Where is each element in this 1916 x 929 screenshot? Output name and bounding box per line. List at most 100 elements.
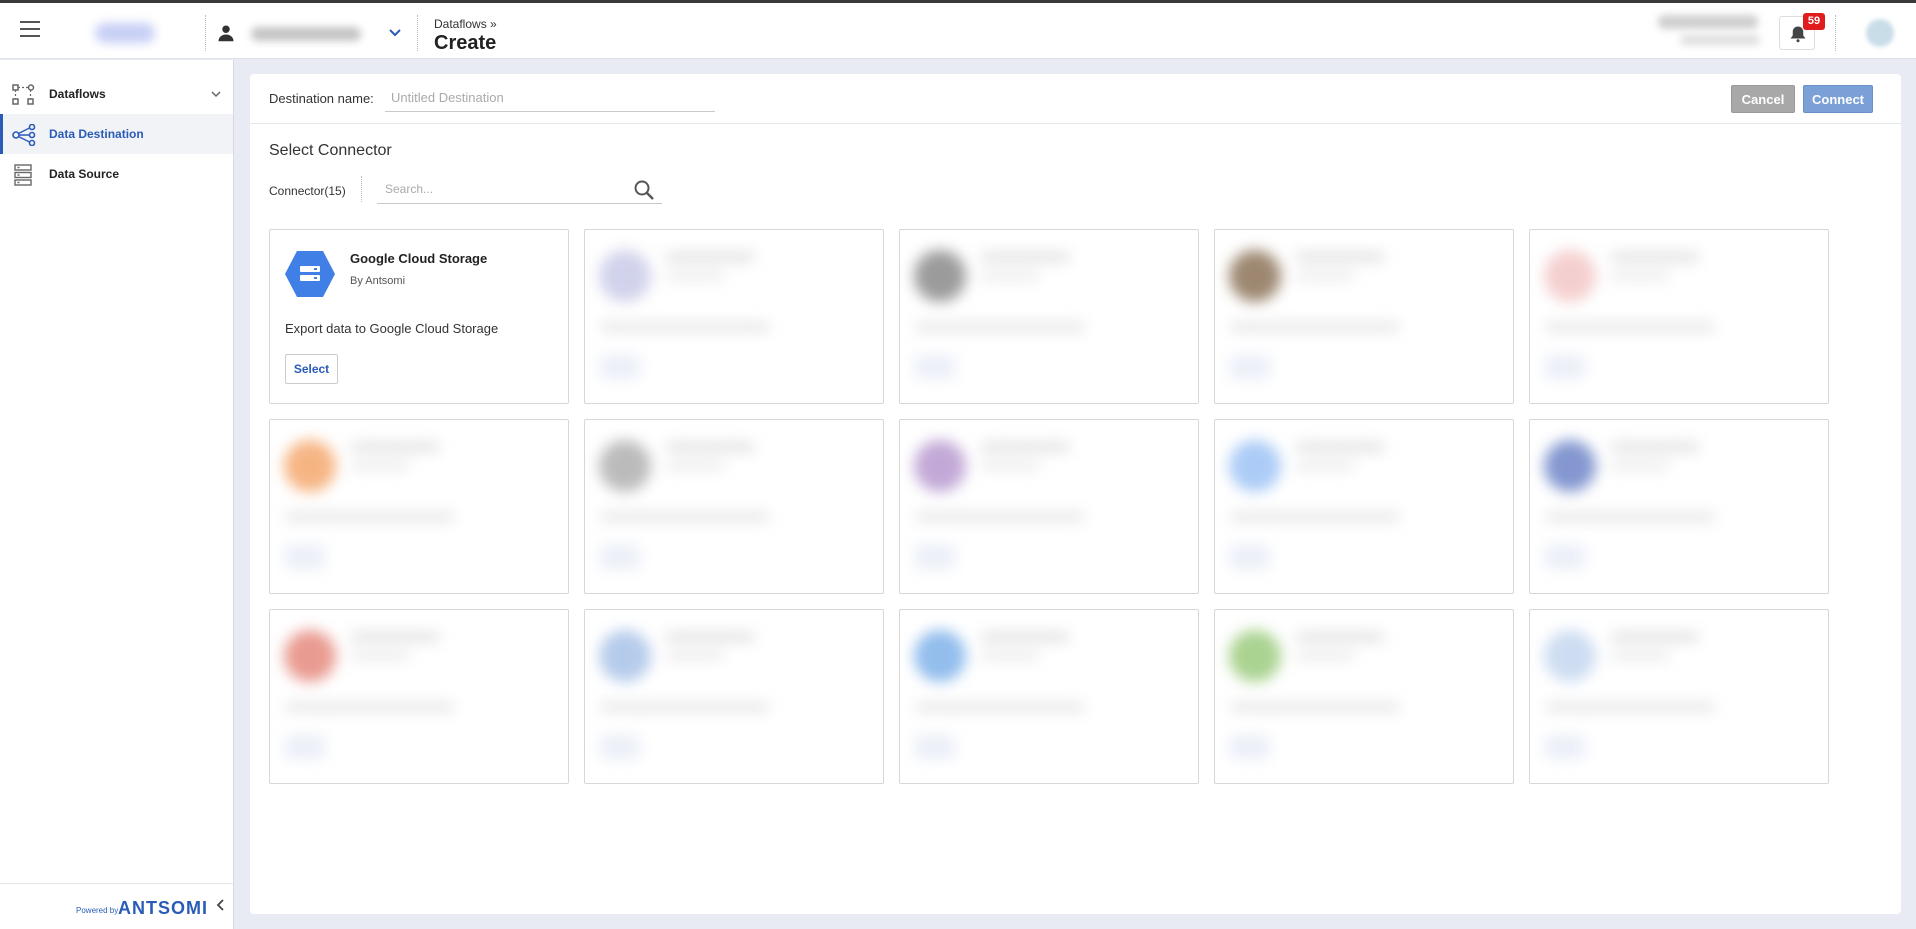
connector-text bbox=[600, 322, 770, 332]
main-panel: Destination name: Cancel Connect Select … bbox=[250, 74, 1901, 914]
breadcrumb[interactable]: Dataflows » bbox=[434, 17, 497, 31]
connector-text bbox=[980, 442, 1070, 452]
user-info-sub bbox=[1680, 35, 1760, 45]
connector-text bbox=[980, 652, 1040, 660]
connector-card[interactable] bbox=[1214, 609, 1514, 784]
connector-icon bbox=[284, 630, 336, 682]
connector-card[interactable] bbox=[584, 229, 884, 404]
select-button[interactable] bbox=[600, 355, 640, 379]
connector-text bbox=[1230, 702, 1400, 712]
connector-icon bbox=[599, 630, 651, 682]
app-logo[interactable] bbox=[95, 23, 155, 43]
connector-icon bbox=[1229, 630, 1281, 682]
connector-card-content bbox=[1215, 230, 1513, 403]
connector-text bbox=[350, 442, 440, 452]
collapse-sidebar-icon[interactable] bbox=[214, 898, 228, 912]
connector-card-content bbox=[900, 610, 1198, 783]
connector-text bbox=[1295, 442, 1385, 452]
connector-card[interactable] bbox=[269, 419, 569, 594]
select-button[interactable] bbox=[915, 545, 955, 569]
sidebar-item-data-destination[interactable]: Data Destination bbox=[0, 114, 233, 154]
connector-text bbox=[915, 512, 1085, 522]
connector-icon bbox=[1544, 630, 1596, 682]
connector-card[interactable] bbox=[1529, 229, 1829, 404]
connector-card[interactable]: Google Cloud Storage By Antsomi Export d… bbox=[269, 229, 569, 404]
search-icon[interactable] bbox=[633, 179, 655, 201]
connector-text bbox=[350, 632, 440, 642]
connector-card[interactable] bbox=[1529, 419, 1829, 594]
connect-button[interactable]: Connect bbox=[1803, 85, 1873, 113]
destination-name-label: Destination name: bbox=[269, 91, 374, 106]
connector-text bbox=[1295, 632, 1385, 642]
select-button[interactable] bbox=[915, 355, 955, 379]
select-button[interactable] bbox=[285, 735, 325, 759]
destination-bar: Destination name: Cancel Connect bbox=[250, 74, 1901, 124]
avatar[interactable] bbox=[1866, 19, 1894, 47]
connector-card-content bbox=[585, 610, 883, 783]
select-button[interactable] bbox=[600, 735, 640, 759]
chevron-down-icon[interactable] bbox=[210, 88, 222, 100]
divider bbox=[417, 15, 418, 51]
connector-card[interactable] bbox=[1529, 609, 1829, 784]
select-button[interactable] bbox=[1545, 355, 1585, 379]
account-selector[interactable] bbox=[215, 19, 405, 47]
connector-description: Export data to Google Cloud Storage bbox=[285, 321, 499, 336]
connector-text bbox=[1230, 322, 1400, 332]
connector-text bbox=[1545, 512, 1715, 522]
connector-card[interactable] bbox=[584, 419, 884, 594]
connector-text bbox=[1295, 252, 1385, 262]
connector-card-content bbox=[270, 420, 568, 593]
select-button[interactable] bbox=[915, 735, 955, 759]
menu-icon[interactable] bbox=[20, 21, 40, 37]
connector-card-content bbox=[900, 420, 1198, 593]
select-button[interactable]: Select bbox=[285, 354, 338, 384]
connector-card[interactable] bbox=[1214, 419, 1514, 594]
connector-card[interactable] bbox=[899, 419, 1199, 594]
connector-card-content bbox=[900, 230, 1198, 403]
connector-text bbox=[665, 442, 755, 452]
connector-card[interactable] bbox=[1214, 229, 1514, 404]
connector-text bbox=[350, 652, 410, 660]
connector-text bbox=[1295, 272, 1355, 280]
connector-card-content bbox=[270, 610, 568, 783]
connector-text bbox=[1545, 702, 1715, 712]
connector-text bbox=[1545, 322, 1715, 332]
sidebar-item-label: Data Destination bbox=[49, 127, 144, 141]
select-button[interactable] bbox=[1545, 545, 1585, 569]
connector-card[interactable] bbox=[899, 609, 1199, 784]
destination-name-input[interactable] bbox=[385, 84, 715, 112]
sidebar-item-label: Data Source bbox=[49, 167, 120, 181]
connector-text bbox=[980, 462, 1040, 470]
connector-icon bbox=[1544, 440, 1596, 492]
connector-text bbox=[1610, 632, 1700, 642]
connector-text bbox=[1295, 462, 1355, 470]
connector-card-content bbox=[1530, 230, 1828, 403]
connector-text bbox=[980, 272, 1040, 280]
connector-text bbox=[1610, 272, 1670, 280]
connector-card-content bbox=[585, 230, 883, 403]
sidebar-item-data-source[interactable]: Data Source bbox=[0, 154, 233, 194]
connector-author: By Antsomi bbox=[350, 275, 406, 287]
select-button[interactable] bbox=[1230, 545, 1270, 569]
connector-card[interactable] bbox=[899, 229, 1199, 404]
cancel-button[interactable]: Cancel bbox=[1731, 85, 1795, 113]
select-button[interactable] bbox=[1230, 735, 1270, 759]
user-icon bbox=[218, 25, 234, 42]
search-box bbox=[377, 176, 662, 204]
chevron-down-icon[interactable] bbox=[387, 25, 403, 41]
connector-text bbox=[665, 652, 725, 660]
divider bbox=[205, 15, 206, 51]
select-button[interactable] bbox=[285, 545, 325, 569]
connector-card[interactable] bbox=[269, 609, 569, 784]
connector-text bbox=[665, 252, 755, 262]
select-button[interactable] bbox=[600, 545, 640, 569]
connector-text bbox=[600, 512, 770, 522]
select-button[interactable] bbox=[1230, 355, 1270, 379]
connector-card[interactable] bbox=[584, 609, 884, 784]
database-icon bbox=[14, 164, 32, 186]
search-input[interactable] bbox=[377, 176, 622, 202]
select-button[interactable] bbox=[1545, 735, 1585, 759]
sidebar-item-dataflows[interactable]: Dataflows bbox=[0, 74, 233, 114]
top-bar: Dataflows » Create 59 bbox=[0, 3, 1916, 59]
powered-by-label: Powered by bbox=[76, 906, 119, 915]
